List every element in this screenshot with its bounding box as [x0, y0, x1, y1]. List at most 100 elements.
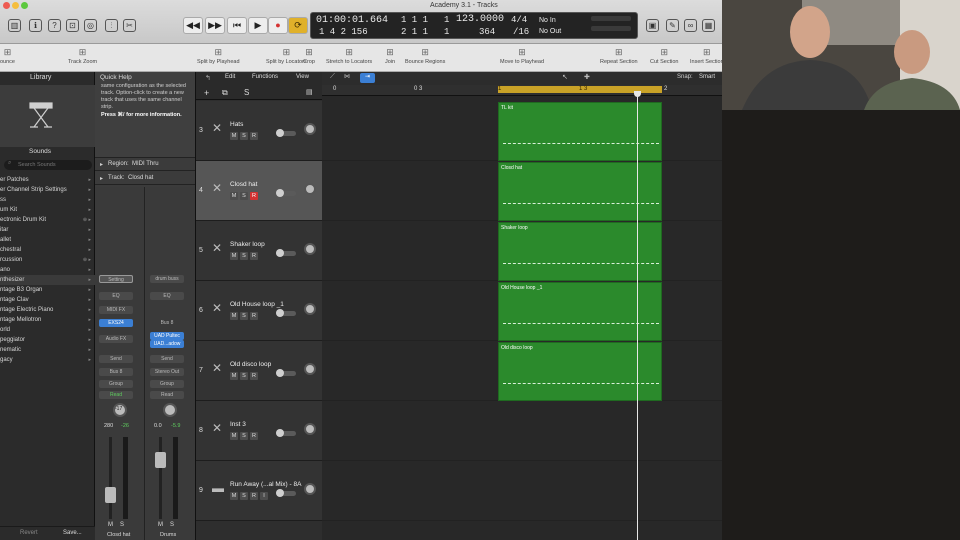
library-item[interactable]: ntage Electric Piano ▸ [0, 305, 95, 315]
track-header[interactable]: 6 ✕ Old House loop _1 M S R [196, 281, 322, 341]
duplicate-track-icon[interactable]: ⧉ [222, 88, 228, 98]
solo-button[interactable]: S [170, 522, 174, 528]
toolbar-button-0[interactable]: ⊞ ounce [0, 46, 15, 65]
mute-button[interactable]: M [230, 312, 238, 320]
ruler[interactable] [322, 85, 722, 96]
solo-button[interactable]: S [240, 192, 248, 200]
toolbar-button-1[interactable]: ⊞ Track Zoom [68, 46, 97, 65]
track-pan-knob[interactable] [304, 423, 316, 435]
track-name[interactable]: Closd hat [230, 181, 257, 188]
track-header[interactable]: 8 ✕ Inst 3 MSR [196, 401, 322, 461]
mute-button[interactable]: M [230, 132, 238, 140]
output-slot[interactable]: Stereo Out [150, 368, 184, 376]
browser-icon[interactable]: ▦ [702, 19, 715, 32]
eq-button[interactable]: EQ [99, 292, 133, 300]
midi-fx-slot[interactable]: MIDI FX [99, 306, 133, 314]
back-icon[interactable]: ↰ [205, 74, 211, 82]
lcd-display[interactable]: 01:00:01.664 1 4 2 156 1 1 1 1 2 1 1 1 1… [310, 12, 638, 39]
track-lane[interactable]: Closd hat [322, 161, 722, 221]
track-volume-slider[interactable] [276, 429, 296, 437]
toolbar-button-10[interactable]: ⊞ Cut Section [650, 46, 678, 65]
toolbar-button-2[interactable]: ⊞ Split by Playhead [197, 46, 240, 65]
mute-button[interactable]: M [158, 522, 163, 528]
toolbar-button-4[interactable]: ⊞ Crop [303, 46, 315, 65]
slider-handle[interactable] [276, 129, 284, 137]
library-item[interactable]: itar ▸ [0, 225, 95, 235]
mute-button[interactable]: M [230, 372, 238, 380]
solo-button[interactable]: S [120, 522, 124, 528]
playhead[interactable] [637, 91, 638, 540]
volume-fader[interactable] [105, 487, 116, 503]
library-item[interactable]: orld ▸ [0, 325, 95, 335]
instrument-slot[interactable]: EXS24 [99, 319, 133, 327]
track-volume-slider[interactable] [276, 249, 296, 257]
rewind-button[interactable]: ◀◀ [183, 17, 203, 34]
slider-handle[interactable] [276, 489, 284, 497]
solo-button[interactable]: S [240, 432, 248, 440]
track-header[interactable]: 5 ✕ Shaker loop M S R [196, 221, 322, 281]
track-volume-slider[interactable] [276, 369, 296, 377]
mixer-icon[interactable]: ⫶ [105, 19, 118, 32]
global-solo-button[interactable]: S [244, 88, 249, 97]
pan-knob[interactable] [163, 403, 177, 417]
track-lane[interactable]: Old House loop _1 [322, 281, 722, 341]
track-pan-knob[interactable] [304, 123, 316, 135]
zoom-window-button[interactable] [21, 2, 28, 9]
search-sounds-input[interactable]: Search Sounds [4, 160, 92, 170]
library-item[interactable]: um Kit ▸ [0, 205, 95, 215]
track-volume-slider[interactable] [276, 189, 296, 197]
library-item[interactable]: ntage B3 Organ ▸ [0, 285, 95, 295]
solo-button[interactable]: S [240, 372, 248, 380]
revert-button[interactable]: Revert [20, 530, 38, 536]
track-name[interactable]: Inst 3 [230, 421, 246, 428]
track-name[interactable]: Run Away (...al Mix) - 8A [230, 481, 301, 488]
track-header[interactable]: 9 ▬ Run Away (...al Mix) - 8A M S R I [196, 461, 322, 521]
record-enable-button[interactable]: R [250, 132, 258, 140]
library-item[interactable]: nematic ▸ [0, 345, 95, 355]
solo-button[interactable]: S [240, 312, 248, 320]
record-enable-button[interactable]: R [250, 252, 258, 260]
record-enable-button[interactable]: R [250, 372, 258, 380]
solo-button[interactable]: S [240, 492, 248, 500]
library-icon[interactable]: ▥ [8, 19, 21, 32]
record-button[interactable]: ● [268, 17, 288, 34]
record-enable-button[interactable]: R [250, 432, 258, 440]
add-track-icon[interactable]: + [204, 88, 209, 98]
library-item[interactable]: ss ▸ [0, 195, 95, 205]
minimize-window-button[interactable] [12, 2, 19, 9]
track-lane[interactable] [322, 461, 722, 521]
group-slot[interactable]: Group [99, 380, 133, 388]
input-monitor-button[interactable]: I [260, 492, 268, 500]
fast-forward-button[interactable]: ▶▶ [205, 17, 225, 34]
pencil-tool-icon[interactable]: ✚ [584, 73, 590, 81]
slider-handle[interactable] [276, 309, 284, 317]
functions-menu[interactable]: Functions [252, 74, 278, 80]
track-header[interactable]: 4 ✕ Closd hat M S R [196, 161, 322, 221]
track-header[interactable]: 3 ✕ Hats M S R [196, 101, 322, 161]
edit-menu[interactable]: Edit [225, 74, 235, 80]
send-slot[interactable]: Send [150, 355, 184, 363]
toolbar-button-6[interactable]: ⊞ Join [385, 46, 395, 65]
cycle-button[interactable]: ⟳ [288, 17, 308, 34]
volume-fader[interactable] [155, 452, 166, 468]
quick-help-icon[interactable]: ? [48, 19, 61, 32]
track-pan-knob[interactable] [304, 183, 316, 195]
toolbar-button-11[interactable]: ⊞ Insert Section [690, 46, 724, 65]
flex-icon[interactable]: ⋈ [344, 73, 350, 80]
toolbar-icon[interactable]: ⊡ [66, 19, 79, 32]
automation-mode[interactable]: Read [99, 391, 133, 399]
track-name[interactable]: Hats [230, 121, 243, 128]
toolbar-button-9[interactable]: ⊞ Repeat Section [600, 46, 638, 65]
slider-handle[interactable] [276, 369, 284, 377]
mute-button[interactable]: M [230, 192, 238, 200]
setting-button[interactable]: Setting [99, 275, 133, 283]
send-slot[interactable]: Send [99, 355, 133, 363]
track-pan-knob[interactable] [304, 363, 316, 375]
library-item[interactable]: rcussion ⊕ ▸ [0, 255, 95, 265]
library-item[interactable]: ntage Clav ▸ [0, 295, 95, 305]
track-lane[interactable]: Shaker loop [322, 221, 722, 281]
editors-icon[interactable]: ✂ [123, 19, 136, 32]
output-slot[interactable]: Bus 8 [99, 368, 133, 376]
toolbar-button-3[interactable]: ⊞ Split by Locators [266, 46, 307, 65]
track-volume-slider[interactable] [276, 489, 296, 497]
